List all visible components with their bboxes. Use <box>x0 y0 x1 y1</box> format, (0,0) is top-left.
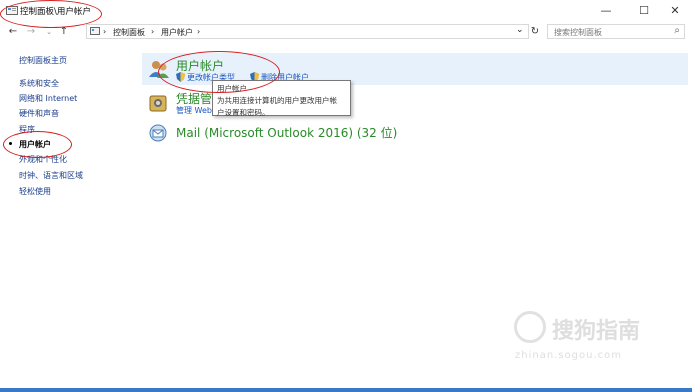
address-dropdown-icon[interactable]: ⌄ <box>516 25 524 35</box>
search-icon[interactable]: ⌕ <box>674 25 680 36</box>
sidebar-item-user-accounts[interactable]: 用户帐户 <box>19 139 51 150</box>
credential-manager-icon <box>149 95 167 112</box>
window-title: 控制面板\用户帐户 <box>20 7 91 17</box>
window-bottom-border <box>0 388 692 392</box>
back-arrow-icon[interactable]: ← <box>6 25 20 39</box>
tooltip-description-line2: 户设置和密码。 <box>217 108 270 117</box>
breadcrumb-control-panel[interactable]: 控制面板 <box>113 27 145 38</box>
search-placeholder: 搜索控制面板 <box>554 28 602 37</box>
tooltip-title: 用户帐户 <box>217 84 247 93</box>
sidebar-item-home[interactable]: 控制面板主页 <box>19 55 67 66</box>
sogou-watermark-text: 搜狗指南 <box>552 319 641 344</box>
sidebar-item-hardware-sound[interactable]: 硬件和声音 <box>19 108 59 119</box>
control-panel-icon <box>90 27 100 35</box>
sidebar-item-appearance[interactable]: 外观和个性化 <box>19 154 67 165</box>
up-arrow-icon[interactable]: ↑ <box>57 25 71 39</box>
navigation-bar: ← → ⌄ ↑ › 控制面板 › 用户帐户 › ⌄ ↻ 搜索控制面板 ⌕ <box>0 22 692 42</box>
sidebar-item-ease-of-access[interactable]: 轻松使用 <box>19 186 51 197</box>
mail-icon <box>149 124 167 142</box>
minimize-button[interactable]: — <box>589 0 623 22</box>
forward-arrow-icon[interactable]: → <box>24 25 38 39</box>
refresh-icon[interactable]: ↻ <box>528 25 542 39</box>
breadcrumb-separator: › <box>197 27 201 36</box>
sogou-watermark-logo <box>514 311 546 343</box>
sogou-watermark-url: zhinan.sogou.com <box>515 350 623 361</box>
breadcrumb-separator: › <box>151 27 155 36</box>
users-icon <box>149 61 169 78</box>
recent-locations-chevron-icon[interactable]: ⌄ <box>42 25 56 39</box>
uac-shield-icon <box>176 72 185 82</box>
sidebar-item-system-security[interactable]: 系统和安全 <box>19 78 59 89</box>
mail-title[interactable]: Mail (Microsoft Outlook 2016) (32 位) <box>176 124 397 141</box>
control-panel-icon <box>6 6 18 15</box>
sidebar-item-clock-language-region[interactable]: 时钟、语言和区域 <box>19 170 83 181</box>
breadcrumb-user-accounts[interactable]: 用户帐户 <box>161 27 193 38</box>
maximize-button[interactable]: ☐ <box>627 0 661 22</box>
tooltip-description-line1: 为共用连接计算机的用户更改用户帐 <box>217 96 337 105</box>
manage-web-credentials-link[interactable]: 管理 Web <box>176 105 212 116</box>
current-item-bullet <box>9 142 12 145</box>
title-bar: 控制面板\用户帐户 — ☐ ✕ <box>0 0 692 22</box>
close-button[interactable]: ✕ <box>658 0 692 22</box>
user-accounts-tooltip: 用户帐户 为共用连接计算机的用户更改用户帐 户设置和密码。 <box>212 80 351 117</box>
breadcrumb-separator: › <box>103 27 107 36</box>
sidebar-item-network-internet[interactable]: 网络和 Internet <box>19 93 77 104</box>
address-bar[interactable]: › 控制面板 › 用户帐户 › ⌄ <box>86 24 529 39</box>
search-box[interactable]: 搜索控制面板 ⌕ <box>547 24 685 39</box>
sidebar-item-programs[interactable]: 程序 <box>19 124 35 135</box>
